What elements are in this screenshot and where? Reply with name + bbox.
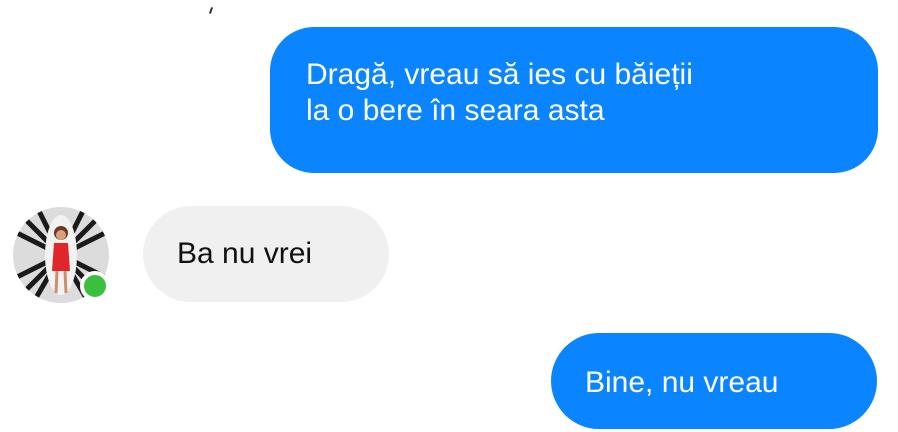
image-artifact (208, 6, 214, 15)
incoming-message-bubble[interactable]: Ba nu vrei (143, 206, 389, 302)
outgoing-message-bubble[interactable]: Bine, nu vreau (551, 333, 877, 429)
outgoing-message-bubble[interactable]: Dragă, vreau să ies cu băieții la o bere… (270, 27, 878, 173)
chat-thread: Dragă, vreau să ies cu băieții la o bere… (0, 0, 898, 432)
online-dot-icon (80, 271, 110, 301)
